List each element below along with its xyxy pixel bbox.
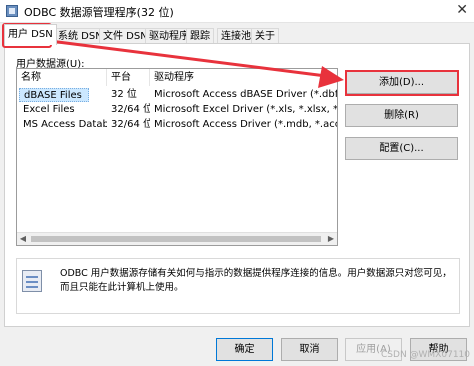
horizontal-scrollbar[interactable]: ◀ ▶ bbox=[17, 232, 337, 245]
tab-user-dsn[interactable]: 用户 DSN bbox=[4, 24, 57, 45]
tab-tracing[interactable]: 跟踪 bbox=[186, 28, 214, 44]
scroll-left-icon[interactable]: ◀ bbox=[17, 233, 29, 245]
ok-button[interactable]: 确定 bbox=[216, 338, 273, 361]
remove-button[interactable]: 删除(R) bbox=[345, 104, 458, 127]
list-item[interactable]: dBASE Files 32 位 Microsoft Access dBASE … bbox=[17, 88, 337, 102]
dsn-platform: 32/64 位 bbox=[111, 104, 150, 115]
scroll-right-icon[interactable]: ▶ bbox=[325, 233, 337, 245]
cancel-button[interactable]: 取消 bbox=[281, 338, 338, 361]
dsn-driver: Microsoft Excel Driver (*.xls, *.xlsx, *… bbox=[154, 104, 338, 115]
dsn-platform: 32/64 位 bbox=[111, 119, 150, 130]
user-dsn-list[interactable]: 名称 平台 驱动程序 dBASE Files 32 位 Microsoft Ac… bbox=[16, 68, 338, 246]
tab-strip: 用户 DSN 系统 DSN 文件 DSN 驱动程序 跟踪 连接池 关于 bbox=[4, 24, 470, 45]
window-title: ODBC 数据源管理程序(32 位) bbox=[24, 6, 174, 19]
column-header-name[interactable]: 名称 bbox=[17, 69, 107, 86]
tab-about[interactable]: 关于 bbox=[251, 28, 279, 44]
title-bar: ODBC 数据源管理程序(32 位) ✕ bbox=[0, 0, 474, 23]
dsn-name: MS Access Database bbox=[23, 119, 107, 130]
dsn-driver: Microsoft Access Driver (*.mdb, *.accdb) bbox=[154, 119, 338, 130]
odbc-app-icon bbox=[6, 5, 18, 17]
annotation-highlight-add bbox=[345, 70, 459, 96]
tab-file-dsn[interactable]: 文件 DSN bbox=[99, 28, 152, 44]
dsn-name: Excel Files bbox=[23, 104, 75, 115]
tab-connection-pooling[interactable]: 连接池 bbox=[217, 28, 255, 44]
list-item[interactable]: Excel Files 32/64 位 Microsoft Excel Driv… bbox=[17, 103, 337, 117]
data-source-icon bbox=[22, 270, 42, 292]
list-item[interactable]: MS Access Database 32/64 位 Microsoft Acc… bbox=[17, 118, 337, 132]
watermark: CSDN @WMX07110 bbox=[381, 350, 470, 360]
dsn-platform: 32 位 bbox=[111, 89, 137, 100]
column-header-platform[interactable]: 平台 bbox=[107, 69, 150, 86]
column-header-driver[interactable]: 驱动程序 bbox=[150, 69, 337, 86]
info-description: ODBC 用户数据源存储有关如何与指示的数据提供程序连接的信息。用户数据源只对您… bbox=[60, 268, 452, 293]
configure-button[interactable]: 配置(C)... bbox=[345, 137, 458, 160]
dsn-driver: Microsoft Access dBASE Driver (*.dbf, *.… bbox=[154, 89, 338, 100]
list-header: 名称 平台 驱动程序 bbox=[17, 69, 337, 86]
close-icon[interactable]: ✕ bbox=[456, 2, 468, 18]
dsn-name: dBASE Files bbox=[19, 88, 89, 102]
scrollbar-thumb[interactable] bbox=[31, 236, 321, 242]
